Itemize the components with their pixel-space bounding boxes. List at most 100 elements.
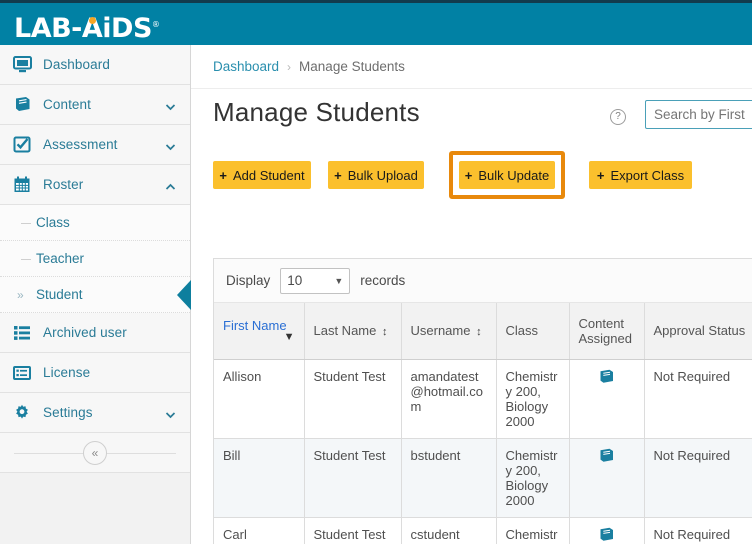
display-records-bar: Display 10 ▼ records xyxy=(214,259,752,303)
sidebar-item-content[interactable]: Content xyxy=(0,85,190,125)
column-label: Class xyxy=(506,323,539,338)
chevron-up-icon[interactable] xyxy=(165,179,176,190)
page-title: Manage Students xyxy=(213,97,420,128)
plus-icon: + xyxy=(465,168,473,183)
breadcrumb: Dashboard › Manage Students xyxy=(191,45,752,89)
sidebar-item-label: Roster xyxy=(39,177,83,192)
students-table-panel: Display 10 ▼ records First Name ▼ xyxy=(213,258,752,544)
column-header-class[interactable]: Class xyxy=(496,303,569,359)
cell-last-name: Student Test xyxy=(304,359,401,438)
cell-class: Chemistry 200, Biology 2000 xyxy=(496,359,569,438)
breadcrumb-separator-icon: › xyxy=(287,60,291,74)
lab-aids-logo[interactable]: LAB-AiDS® xyxy=(14,9,159,44)
cell-last-name: Student Test xyxy=(304,438,401,517)
sidebar-item-dashboard[interactable]: Dashboard xyxy=(0,45,190,85)
sort-both-icon: ↕ xyxy=(476,326,482,338)
gear-icon xyxy=(13,404,39,422)
sidebar-item-label: Settings xyxy=(39,405,93,420)
sidebar-collapse-row: « xyxy=(0,433,190,473)
sidebar-item-student[interactable]: » Student xyxy=(0,277,190,313)
action-toolbar: + Add Student +Bulk Upload + Bulk Update +… xyxy=(191,147,752,203)
column-label: Last Name xyxy=(314,323,377,338)
chevron-down-icon[interactable] xyxy=(165,99,176,110)
sidebar-item-assessment[interactable]: Assessment xyxy=(0,125,190,165)
column-label: Username xyxy=(411,323,471,338)
sidebar-item-class[interactable]: Class xyxy=(0,205,190,241)
tree-connector xyxy=(21,259,31,260)
cell-approval-status: Not Required xyxy=(644,438,752,517)
plus-icon: + xyxy=(597,168,605,183)
button-label: Bulk Update xyxy=(478,168,549,183)
add-student-button[interactable]: + Add Student xyxy=(213,161,311,189)
export-class-button[interactable]: + Export Class xyxy=(589,161,692,189)
help-icon[interactable]: ? xyxy=(610,109,626,125)
breadcrumb-dashboard-link[interactable]: Dashboard xyxy=(213,59,279,74)
table-row[interactable]: Allison Student Test amandatest@hotmail.… xyxy=(214,359,752,438)
cell-content-assigned[interactable] xyxy=(569,438,644,517)
records-per-page-select[interactable]: 10 ▼ xyxy=(280,268,350,294)
sidebar-item-license[interactable]: License xyxy=(0,353,190,393)
button-label: Export Class xyxy=(610,168,684,183)
sidebar-item-label: Archived user xyxy=(39,325,127,340)
cell-approval-status: Not Required xyxy=(644,359,752,438)
cell-first-name: Bill xyxy=(214,438,304,517)
sidebar-item-settings[interactable]: Settings xyxy=(0,393,190,433)
column-header-username[interactable]: Username ↕ xyxy=(401,303,496,359)
page-title-row: Manage Students ? xyxy=(191,89,752,147)
bulk-upload-button[interactable]: +Bulk Upload xyxy=(328,161,424,189)
sidebar-item-teacher[interactable]: Teacher xyxy=(0,241,190,277)
monitor-icon xyxy=(13,56,39,73)
breadcrumb-current: Manage Students xyxy=(299,59,405,74)
book-icon xyxy=(13,96,39,113)
column-header-first-name[interactable]: First Name ▼ xyxy=(214,303,304,359)
sidebar-item-label: License xyxy=(39,365,90,380)
book-icon[interactable] xyxy=(598,448,615,466)
cell-username: amandatest@hotmail.com xyxy=(401,359,496,438)
cell-approval-status: Not Required xyxy=(644,517,752,544)
sidebar-subitem-label: Class xyxy=(36,215,70,230)
cell-content-assigned[interactable] xyxy=(569,517,644,544)
check-square-icon xyxy=(13,136,39,153)
tree-connector xyxy=(21,223,31,224)
students-table: First Name ▼ Last Name ↕ Username ↕ Cl xyxy=(214,303,752,544)
column-header-last-name[interactable]: Last Name ↕ xyxy=(304,303,401,359)
sidebar-item-archived-user[interactable]: Archived user xyxy=(0,313,190,353)
bulk-update-button[interactable]: + Bulk Update xyxy=(459,161,555,189)
sidebar-item-label: Assessment xyxy=(39,137,118,152)
button-label: Add Student xyxy=(233,168,305,183)
column-header-content-assigned[interactable]: Content Assigned xyxy=(569,303,644,359)
card-list-icon xyxy=(13,365,39,381)
sidebar-item-roster[interactable]: Roster xyxy=(0,165,190,205)
sort-both-icon: ↕ xyxy=(382,326,388,338)
table-header-row: First Name ▼ Last Name ↕ Username ↕ Cl xyxy=(214,303,752,359)
roster-subnav: Class Teacher » Student xyxy=(0,205,190,313)
cell-first-name: Carl xyxy=(214,517,304,544)
app-header: LAB-AiDS® xyxy=(0,3,752,45)
table-row[interactable]: Bill Student Test bstudent Chemistry 200… xyxy=(214,438,752,517)
sidebar-item-label: Content xyxy=(39,97,91,112)
logo-text-part2: iDS xyxy=(102,13,152,44)
display-prefix-label: Display xyxy=(226,273,270,288)
chevron-down-icon[interactable] xyxy=(165,139,176,150)
sidebar-nav: Dashboard Content Assessment Roste xyxy=(0,45,191,544)
cell-class: Chemistry 200, Biology 2000 xyxy=(496,438,569,517)
plus-icon: + xyxy=(334,168,342,183)
column-header-approval-status[interactable]: Approval Status xyxy=(644,303,752,359)
sidebar-item-label: Dashboard xyxy=(39,57,110,72)
column-label: Content Assigned xyxy=(579,316,632,346)
active-indicator-arrow xyxy=(177,280,191,310)
chevron-down-icon[interactable] xyxy=(165,407,176,418)
book-icon[interactable] xyxy=(598,369,615,387)
sidebar-empty-area xyxy=(0,473,190,544)
column-label: Approval Status xyxy=(654,323,746,338)
cell-content-assigned[interactable] xyxy=(569,359,644,438)
table-row[interactable]: Carl Student Test cstudent Chemistry 200… xyxy=(214,517,752,544)
cell-last-name: Student Test xyxy=(304,517,401,544)
plus-icon: + xyxy=(219,168,227,183)
logo-trademark: ® xyxy=(152,20,160,29)
cell-class: Chemistry 200, Biology 2000 xyxy=(496,517,569,544)
book-icon[interactable] xyxy=(598,527,615,544)
cell-username: cstudent xyxy=(401,517,496,544)
search-input[interactable] xyxy=(645,100,752,129)
sidebar-collapse-button[interactable]: « xyxy=(83,441,107,465)
